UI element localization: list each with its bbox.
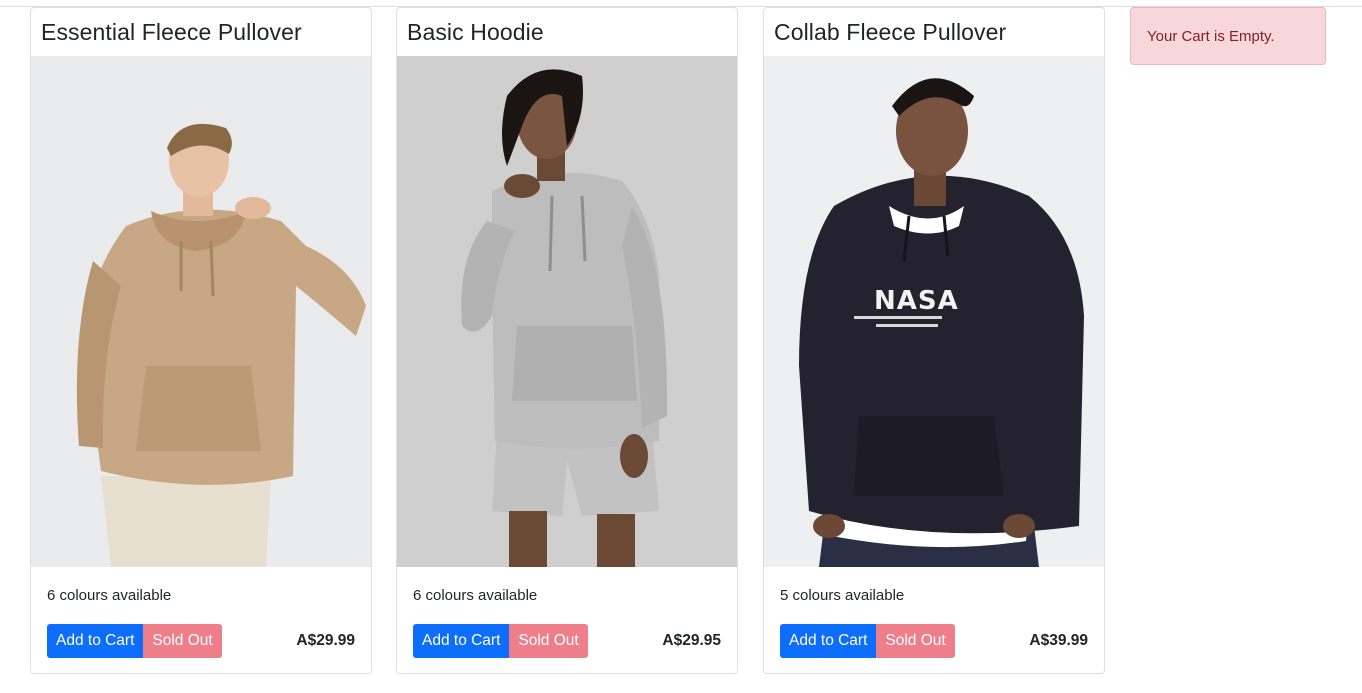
product-title: Collab Fleece Pullover [774, 19, 1007, 45]
sold-out-button[interactable]: Sold Out [143, 624, 222, 658]
product-card: Essential Fleece Pullover 6 colours avai… [30, 7, 372, 674]
action-button-group: Add to Cart Sold Out [47, 624, 222, 658]
product-image[interactable] [397, 56, 737, 567]
nasa-graphic: NASA [874, 286, 959, 316]
colours-available: 6 colours available [47, 587, 172, 604]
product-title: Basic Hoodie [407, 19, 544, 45]
sold-out-button[interactable]: Sold Out [876, 624, 955, 658]
product-price: A$39.99 [1029, 632, 1088, 649]
colours-available: 5 colours available [780, 587, 905, 604]
product-card: Basic Hoodie 6 colours available Add to … [396, 7, 738, 674]
action-button-group: Add to Cart Sold Out [413, 624, 588, 658]
product-price: A$29.99 [296, 632, 355, 649]
product-title: Essential Fleece Pullover [41, 19, 302, 45]
action-button-group: Add to Cart Sold Out [780, 624, 955, 658]
product-image[interactable] [31, 56, 371, 567]
add-to-cart-button[interactable]: Add to Cart [413, 624, 510, 658]
add-to-cart-button[interactable]: Add to Cart [47, 624, 144, 658]
colours-available: 6 colours available [413, 587, 538, 604]
product-card: Collab Fleece Pullover NASA 5 colours av… [763, 7, 1105, 674]
cart-empty-message: Your Cart is Empty. [1147, 28, 1275, 45]
sold-out-button[interactable]: Sold Out [509, 624, 588, 658]
add-to-cart-button[interactable]: Add to Cart [780, 624, 877, 658]
product-image[interactable]: NASA [764, 56, 1104, 567]
cart-status-alert: Your Cart is Empty. [1130, 7, 1326, 65]
product-price: A$29.95 [662, 632, 721, 649]
